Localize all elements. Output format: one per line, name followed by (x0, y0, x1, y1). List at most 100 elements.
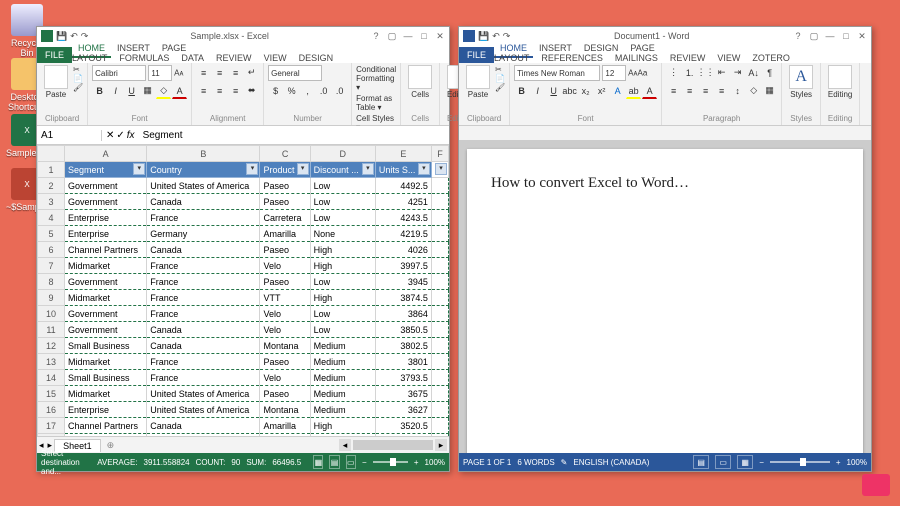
view-layout-icon[interactable]: ▤ (329, 455, 339, 469)
italic-icon[interactable]: I (530, 83, 545, 98)
bold-icon[interactable]: B (514, 83, 529, 98)
cell[interactable]: Paseo (260, 274, 310, 290)
text-effect-icon[interactable]: A (610, 83, 625, 98)
cell[interactable] (431, 418, 448, 434)
cell[interactable]: Canada (147, 242, 260, 258)
cell[interactable]: Montana (260, 338, 310, 354)
paste-button[interactable]: Paste (41, 65, 71, 99)
zoom-level[interactable]: 100% (847, 458, 867, 467)
view-web-icon[interactable]: ▦ (737, 455, 753, 469)
row-header[interactable]: 4 (38, 210, 65, 226)
row-header[interactable]: 9 (38, 290, 65, 306)
cell[interactable]: Government (65, 178, 147, 194)
superscript-icon[interactable]: x² (594, 83, 609, 98)
cell[interactable]: Low (310, 322, 375, 338)
help-icon[interactable]: ? (369, 30, 383, 42)
cell[interactable]: Carretera (260, 210, 310, 226)
cell[interactable] (431, 178, 448, 194)
number-format-select[interactable]: General (268, 65, 322, 81)
cell[interactable]: Canada (147, 418, 260, 434)
font-size-select[interactable]: 11 (148, 65, 172, 81)
cell[interactable]: Medium (310, 402, 375, 418)
cell[interactable]: Medium (310, 386, 375, 402)
strike-icon[interactable]: abc (562, 83, 577, 98)
word-document-area[interactable]: How to convert Excel to Word… (459, 141, 871, 453)
col-header[interactable]: D (310, 146, 375, 162)
cell[interactable]: 3801 (375, 354, 431, 370)
cell[interactable]: Midmarket (65, 354, 147, 370)
cell[interactable] (431, 434, 448, 437)
inc-indent-icon[interactable]: ⇥ (730, 65, 745, 80)
borders-icon[interactable]: ▦ (762, 83, 777, 98)
row-header[interactable]: 12 (38, 338, 65, 354)
underline-icon[interactable]: U (546, 83, 561, 98)
cell[interactable]: Government (65, 194, 147, 210)
close-icon[interactable]: ✕ (433, 30, 447, 42)
cell[interactable]: High (310, 242, 375, 258)
cell[interactable]: 3850.5 (375, 322, 431, 338)
cell[interactable]: Germany (147, 434, 260, 437)
row-header[interactable]: 15 (38, 386, 65, 402)
cell[interactable]: Channel Partners (65, 418, 147, 434)
align-left-icon[interactable]: ≡ (666, 83, 681, 98)
cell[interactable]: Enterprise (65, 434, 147, 437)
fill-color-icon[interactable]: ◇ (156, 83, 171, 99)
row-header[interactable]: 2 (38, 178, 65, 194)
font-color-icon[interactable]: A (642, 83, 657, 99)
cell[interactable] (431, 354, 448, 370)
hscroll-left-icon[interactable]: ◂ (339, 439, 351, 451)
cell[interactable]: Canada (147, 194, 260, 210)
cell[interactable]: 3997.5 (375, 258, 431, 274)
font-name-select[interactable]: Times New Roman (514, 65, 600, 81)
qat-save-icon[interactable]: 💾 (478, 31, 489, 42)
minimize-icon[interactable]: — (401, 30, 415, 42)
cell[interactable]: High (310, 418, 375, 434)
show-marks-icon[interactable]: ¶ (762, 65, 777, 80)
wrap-icon[interactable]: ↵ (244, 65, 259, 80)
cell[interactable]: Amarilla (260, 226, 310, 242)
cell[interactable]: Medium (310, 338, 375, 354)
subscript-icon[interactable]: x₂ (578, 83, 593, 98)
cell[interactable]: France (147, 290, 260, 306)
dec-decimal-icon[interactable]: .0 (332, 83, 347, 98)
highlight-icon[interactable]: ab (626, 83, 641, 99)
maximize-icon[interactable]: □ (839, 30, 853, 42)
font-name-select[interactable]: Calibri (92, 65, 146, 81)
cell[interactable]: 3945 (375, 274, 431, 290)
currency-icon[interactable]: $ (268, 83, 283, 98)
view-break-icon[interactable]: ▭ (346, 455, 356, 469)
row-header[interactable]: 18 (38, 434, 65, 437)
cell[interactable]: Small Business (65, 370, 147, 386)
cell[interactable]: High (310, 290, 375, 306)
cell[interactable]: 3627 (375, 402, 431, 418)
row-header[interactable]: 7 (38, 258, 65, 274)
cell[interactable]: Germany (147, 226, 260, 242)
cell[interactable] (431, 290, 448, 306)
bullets-icon[interactable]: ⋮ (666, 65, 681, 80)
change-case-icon[interactable]: Aa (637, 69, 647, 78)
zoom-level[interactable]: 100% (425, 458, 445, 467)
format-painter-icon[interactable]: 🖌 (73, 83, 83, 92)
row-header[interactable]: 1 (38, 162, 65, 178)
cell[interactable]: Paseo (260, 178, 310, 194)
cell[interactable]: France (147, 210, 260, 226)
cell[interactable]: VTT (260, 290, 310, 306)
cell[interactable]: Canada (147, 322, 260, 338)
cell[interactable]: 3513 (375, 434, 431, 437)
cell[interactable]: France (147, 258, 260, 274)
cell[interactable]: Paseo (260, 386, 310, 402)
cell[interactable]: Enterprise (65, 226, 147, 242)
tab-file[interactable]: FILE (459, 47, 494, 63)
table-column-header[interactable]: Product (260, 162, 310, 178)
cell[interactable] (431, 338, 448, 354)
italic-icon[interactable]: I (108, 83, 123, 98)
cell[interactable]: Enterprise (65, 210, 147, 226)
fx-icon[interactable]: fx (127, 130, 135, 141)
line-spacing-icon[interactable]: ↕ (730, 83, 745, 98)
cell[interactable]: Government (65, 274, 147, 290)
cell[interactable]: Medium (310, 354, 375, 370)
row-header[interactable]: 13 (38, 354, 65, 370)
cell[interactable]: Government (65, 322, 147, 338)
cell[interactable]: 3864 (375, 306, 431, 322)
ribbon-options-icon[interactable]: ▢ (807, 30, 821, 42)
